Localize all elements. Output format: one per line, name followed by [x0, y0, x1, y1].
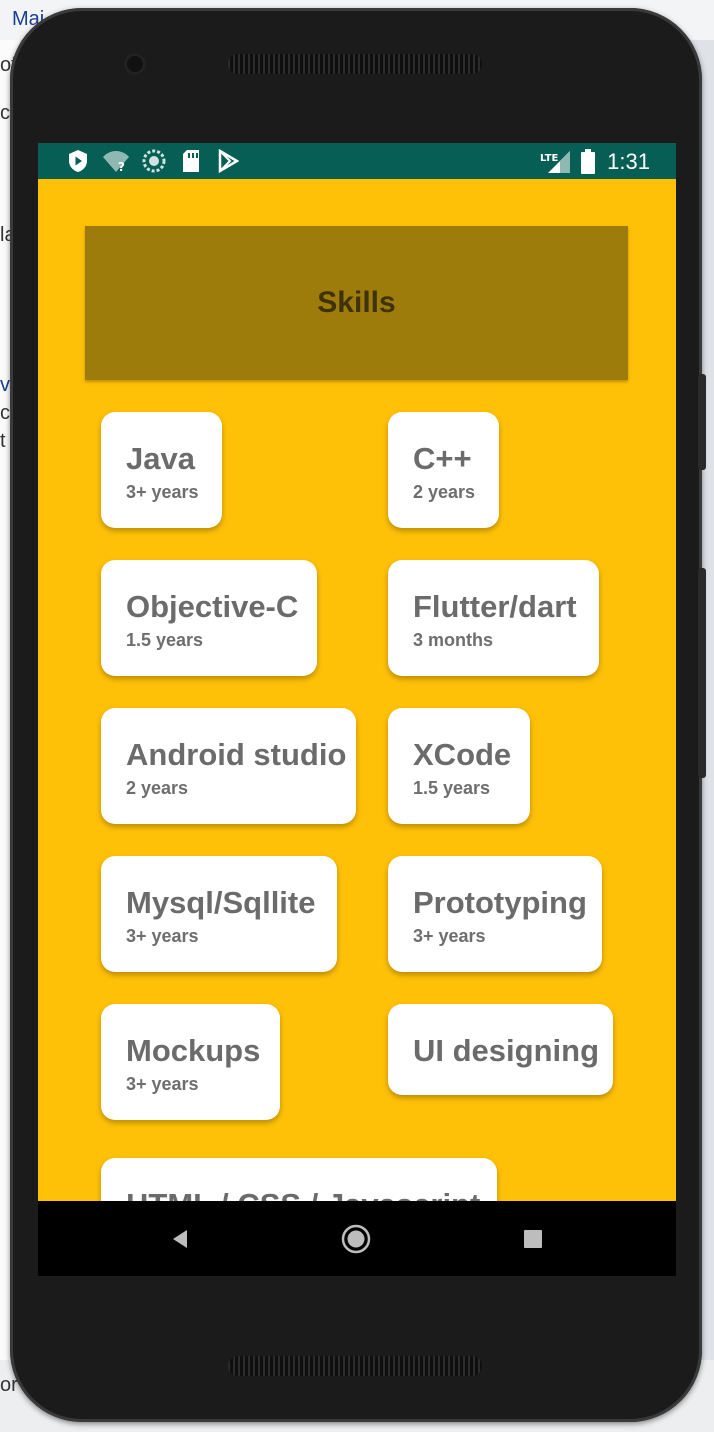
lte-signal-icon: LTE [540, 149, 572, 175]
play-protect-icon [66, 149, 90, 173]
status-bar: ? LTE 1:31 [38, 143, 676, 179]
skill-name: UI designing [413, 1033, 599, 1068]
ide-text-fragment: t [0, 430, 6, 452]
skill-experience: 3+ years [126, 926, 199, 946]
skill-card-cpp[interactable]: C++ 2 years [388, 412, 499, 528]
skill-name: Flutter/dart [413, 589, 577, 624]
skill-name: Objective-C [126, 589, 299, 624]
sd-card-icon [180, 149, 202, 173]
network-type-label: LTE [540, 153, 559, 164]
skill-experience: 3 months [413, 630, 494, 650]
skill-experience: 1.5 years [126, 630, 204, 650]
battery-icon [580, 149, 596, 175]
skill-name: HTML / CSS / Javascript [126, 1188, 480, 1202]
svg-text:?: ? [118, 160, 125, 173]
skill-experience: 2 years [126, 778, 189, 798]
skill-card-android-studio[interactable]: Android studio 2 years [101, 708, 356, 824]
ide-text-fragment: c [0, 402, 10, 424]
power-button[interactable] [698, 374, 706, 470]
back-icon[interactable] [160, 1223, 200, 1255]
ide-text-fragment: c [0, 102, 10, 124]
skill-card-xcode[interactable]: XCode 1.5 years [388, 708, 530, 824]
device-screen: ? LTE 1:31 Skills Java 3+ years C++ 2 ye… [38, 143, 676, 1276]
skill-name: Prototyping [413, 885, 587, 920]
skill-card-java[interactable]: Java 3+ years [101, 412, 222, 528]
volume-rocker[interactable] [698, 568, 706, 778]
home-icon[interactable] [336, 1223, 376, 1255]
skill-name: Java [126, 441, 195, 476]
skill-name: Android studio [126, 737, 347, 772]
skill-experience: 3+ years [126, 1074, 199, 1094]
navigation-bar [38, 1201, 676, 1276]
skill-experience: 2 years [413, 482, 476, 502]
skill-experience: 1.5 years [413, 778, 491, 798]
skill-card-mysql-sqllite[interactable]: Mysql/Sqllite 3+ years [101, 856, 337, 972]
skill-name: Mysql/Sqllite [126, 885, 316, 920]
clock-time: 1:31 [607, 149, 650, 174]
front-camera [124, 53, 146, 75]
bottom-speaker-grille [228, 1356, 482, 1376]
ide-text-fragment: v [0, 374, 10, 396]
wifi-question-icon: ? [102, 149, 130, 173]
skill-name: Mockups [126, 1033, 261, 1068]
skill-experience: 3+ years [126, 482, 199, 502]
top-speaker-grille [228, 54, 482, 74]
skills-header: Skills [85, 226, 628, 380]
skill-card-prototyping[interactable]: Prototyping 3+ years [388, 856, 602, 972]
play-store-icon [216, 149, 240, 173]
skill-card-objective-c[interactable]: Objective-C 1.5 years [101, 560, 317, 676]
skills-scroll-view[interactable]: Skills Java 3+ years C++ 2 years Objecti… [38, 179, 676, 1201]
sync-circle-icon [142, 149, 166, 173]
skill-card-html-css-javascript[interactable]: HTML / CSS / Javascript [101, 1158, 497, 1201]
skill-experience: 3+ years [413, 926, 486, 946]
skill-card-flutter-dart[interactable]: Flutter/dart 3 months [388, 560, 599, 676]
skill-name: C++ [413, 441, 472, 476]
skill-card-ui-designing[interactable]: UI designing [388, 1004, 613, 1095]
skill-name: XCode [413, 737, 512, 772]
skills-header-title: Skills [317, 286, 396, 319]
skill-card-mockups[interactable]: Mockups 3+ years [101, 1004, 280, 1120]
recents-icon[interactable] [513, 1223, 553, 1255]
